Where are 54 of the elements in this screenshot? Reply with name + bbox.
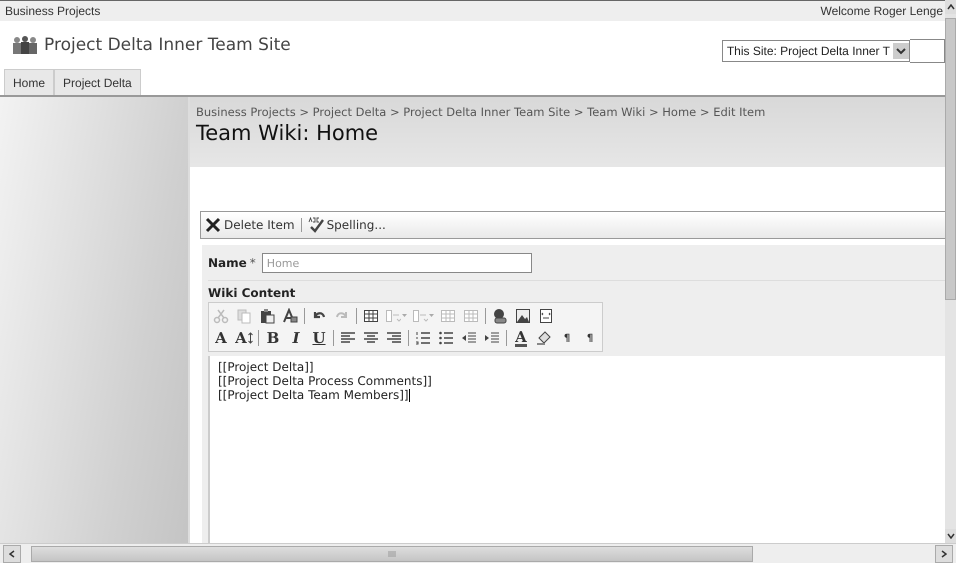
spelling-icon: [308, 217, 324, 233]
highlight-icon: [536, 330, 552, 346]
site-title[interactable]: Project Delta Inner Team Site: [44, 35, 291, 55]
delete-item-button[interactable]: Delete Item: [205, 217, 295, 233]
page-title: Team Wiki: Home: [196, 121, 380, 145]
scroll-up-icon[interactable]: [946, 4, 954, 10]
paste-icon: [259, 308, 275, 324]
underline-button[interactable]: U: [310, 328, 328, 348]
delete-icon: [205, 217, 221, 233]
font-button[interactable]: A: [212, 328, 230, 348]
table-icon: [363, 308, 379, 324]
italic-button[interactable]: I: [287, 328, 305, 348]
cut-icon: [213, 308, 229, 324]
text-color-button[interactable]: A: [512, 328, 530, 348]
rtl-button[interactable]: ¶: [581, 328, 599, 348]
scroll-right-icon[interactable]: [941, 550, 947, 558]
clear-format-icon: [282, 308, 298, 324]
insert-row-icon: [385, 308, 401, 324]
copy-icon: [236, 308, 252, 324]
scroll-left-icon[interactable]: [9, 550, 15, 558]
scroll-down-icon[interactable]: [946, 533, 954, 539]
wiki-editor[interactable]: [[Project Delta]] [[Project Delta Process Comments]] [[Project Delta Team Members]]: [208, 356, 945, 543]
numbered-list-icon: [415, 330, 431, 346]
ltr-button[interactable]: ¶: [558, 328, 576, 348]
chevron-down-icon: [896, 47, 906, 55]
required-mark: *: [250, 256, 256, 270]
nav-tab[interactable]: Home: [4, 69, 54, 95]
merge-cells-icon: [440, 308, 456, 324]
people-icon: [12, 35, 38, 55]
wiki-content-label: Wiki Content: [208, 286, 296, 300]
site-link[interactable]: Business Projects: [5, 4, 100, 18]
insert-column-icon: [412, 308, 428, 324]
image-button[interactable]: [514, 306, 532, 326]
grip-icon: [388, 550, 396, 558]
nav-tab[interactable]: Project Delta: [54, 69, 141, 95]
name-label: Name: [208, 256, 247, 270]
image-icon: [515, 308, 531, 324]
bullet-list-icon: [438, 330, 454, 346]
bold-button[interactable]: B: [264, 328, 282, 348]
link-button[interactable]: [491, 306, 509, 326]
spelling-button[interactable]: Spelling...: [308, 217, 386, 233]
search-scope-dropdown[interactable]: This Site: Project Delta Inner T: [722, 40, 910, 62]
breadcrumb: Business Projects > Project Delta > Project Delta Inner Team Site > Team Wiki > Home > Edit Item: [196, 105, 766, 119]
welcome-menu[interactable]: Welcome Roger Lenge: [820, 4, 943, 18]
split-cells-icon: [463, 308, 479, 324]
horizontal-scrollbar[interactable]: [0, 543, 956, 563]
font-size-button[interactable]: A: [235, 328, 253, 348]
up-down-arrow-icon: [248, 332, 253, 344]
paste-button[interactable]: [258, 306, 276, 326]
search-field[interactable]: [910, 39, 945, 63]
source-button[interactable]: [537, 306, 555, 326]
vertical-scrollbar[interactable]: [945, 0, 956, 543]
caret-icon: [402, 314, 407, 318]
caret-icon: [429, 314, 434, 318]
